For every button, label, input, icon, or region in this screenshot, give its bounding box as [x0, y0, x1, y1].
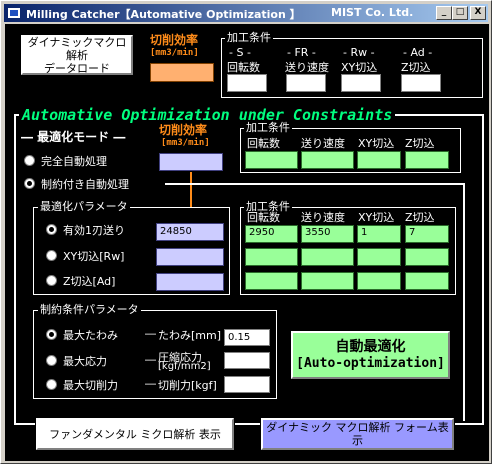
client-area: ダイナミックマクロ解析 データロード 切削効率 [mm3/min] 加工条件 -… [5, 24, 489, 461]
opt-condition-frame-label: 加工条件 [244, 121, 292, 134]
top-s-label: - S - [229, 46, 251, 59]
top-xy-label: XY切込 [341, 61, 378, 74]
app-window: Milling Catcher【Automative Optimization … [0, 0, 492, 464]
mode-full-radio[interactable] [24, 155, 35, 166]
result-feed-field[interactable]: 3550 [301, 225, 354, 243]
close-button[interactable]: X [470, 6, 486, 20]
constraint-frame-label: 制約条件パラメータ [38, 303, 141, 316]
constraint-stress-label: 最大応力 [63, 355, 107, 368]
minimize-button[interactable]: _ [436, 6, 452, 20]
white-connector-h [165, 183, 465, 185]
stress-field[interactable] [224, 352, 270, 369]
mode-constrained-radio[interactable] [24, 178, 35, 189]
top-fr-label: - FR - [287, 46, 316, 59]
top-condition-frame-label: 加工条件 [225, 31, 273, 44]
constraint-force-radio[interactable] [46, 379, 57, 390]
app-icon [8, 8, 20, 18]
result-xy-field-2[interactable] [357, 248, 401, 266]
opt-rpm-field[interactable] [245, 151, 298, 169]
dynamic-macro-form-button[interactable]: ダイナミック マクロ解析 フォーム表示 [260, 417, 455, 451]
deflection-field[interactable]: 0.15 [224, 329, 270, 346]
top-rw-label: - Rw - [343, 46, 375, 59]
white-connector-v [463, 183, 465, 421]
top-ad-label: - Ad - [403, 46, 433, 59]
opt-z-header: Z切込 [405, 137, 435, 150]
param-feed-field[interactable]: 24850 [156, 223, 224, 241]
force-unit-label: 切削力[kgf] [158, 379, 217, 392]
top-efficiency-label: 切削効率 [150, 33, 199, 47]
fundamental-micro-analysis-button[interactable]: ファンダメンタル ミクロ解析 表示 [35, 417, 235, 451]
opt-rpm-header: 回転数 [247, 137, 280, 150]
constraint-deflection-radio[interactable] [46, 329, 57, 340]
param-z-field[interactable] [156, 273, 224, 291]
auto-optimization-line2: [Auto-optimization] [296, 355, 445, 371]
optimization-title: Automative Optimization under Constraint… [19, 106, 396, 124]
opt-xy-field[interactable] [357, 151, 401, 169]
result-xy-header: XY切込 [358, 211, 395, 224]
opt-efficiency-label: 切削効率 [159, 123, 208, 137]
constraint-deflection-label: 最大たわみ [63, 329, 118, 342]
dynamic-data-load-line2: データロード [44, 61, 110, 75]
result-z-field-2[interactable] [405, 248, 449, 266]
param-xy-field[interactable] [156, 248, 224, 266]
auto-optimization-button[interactable]: 自動最適化 [Auto-optimization] [290, 330, 451, 380]
opt-feed-header: 送り速度 [301, 137, 345, 150]
top-feed-field[interactable] [286, 74, 326, 92]
param-xy-label: XY切込[Rw] [63, 250, 125, 263]
window-title: Milling Catcher【Automative Optimization … [26, 8, 301, 21]
result-xy-field[interactable]: 1 [357, 225, 401, 243]
param-z-label: Z切込[Ad] [63, 275, 116, 288]
opt-z-field[interactable] [405, 151, 449, 169]
top-efficiency-field[interactable] [150, 63, 214, 82]
result-z-field[interactable]: 7 [405, 225, 449, 243]
top-z-label: Z切込 [401, 61, 431, 74]
orange-connector [190, 172, 192, 208]
top-feed-label: 送り速度 [285, 61, 329, 74]
result-feed-header: 送り速度 [301, 211, 345, 224]
auto-optimization-line1: 自動最適化 [335, 338, 406, 355]
opt-efficiency-unit: [mm3/min] [161, 138, 210, 148]
top-z-field[interactable] [401, 74, 441, 92]
result-xy-field-3[interactable] [357, 272, 401, 290]
dynamic-data-load-button[interactable]: ダイナミックマクロ解析 データロード [20, 34, 134, 76]
result-rpm-field[interactable]: 2950 [245, 225, 298, 243]
force-field[interactable] [224, 376, 270, 393]
constraint-force-label: 最大切削力 [63, 379, 118, 392]
param-z-radio[interactable] [46, 275, 57, 286]
top-xy-field[interactable] [341, 74, 381, 92]
force-dash: ― [145, 377, 156, 390]
result-feed-field-3[interactable] [301, 272, 354, 290]
result-rpm-field-3[interactable] [245, 272, 298, 290]
stress-dash: ― [145, 353, 156, 366]
result-feed-field-2[interactable] [301, 248, 354, 266]
result-z-header: Z切込 [405, 211, 435, 224]
param-feed-radio[interactable] [46, 224, 57, 235]
result-rpm-header: 回転数 [247, 211, 280, 224]
deflection-dash: ― [145, 327, 156, 340]
deflection-unit-label: たわみ[mm] [158, 329, 222, 342]
opt-xy-header: XY切込 [358, 137, 395, 150]
opt-efficiency-field[interactable] [159, 153, 223, 171]
stress-unit-label: [kgf/mm2] [158, 361, 211, 372]
company-name: MIST Co. Ltd. [331, 6, 414, 19]
title-bar: Milling Catcher【Automative Optimization … [4, 4, 488, 22]
mode-full-label: 完全自動処理 [41, 155, 107, 168]
param-feed-label: 有効1刃送り [63, 224, 125, 237]
maximize-button[interactable]: □ [452, 6, 468, 20]
top-efficiency-unit: [mm3/min] [150, 48, 199, 58]
opt-feed-field[interactable] [301, 151, 354, 169]
param-frame-label: 最適化パラメータ [38, 200, 130, 213]
param-xy-radio[interactable] [46, 250, 57, 261]
mode-constrained-label: 制約付き自動処理 [41, 178, 129, 191]
result-rpm-field-2[interactable] [245, 248, 298, 266]
top-rpm-label: 回転数 [227, 61, 260, 74]
top-rpm-field[interactable] [227, 74, 267, 92]
result-z-field-3[interactable] [405, 272, 449, 290]
dynamic-data-load-line1: ダイナミックマクロ解析 [27, 35, 127, 62]
constraint-stress-radio[interactable] [46, 355, 57, 366]
mode-label: ― 最適化モード ― [21, 130, 126, 144]
